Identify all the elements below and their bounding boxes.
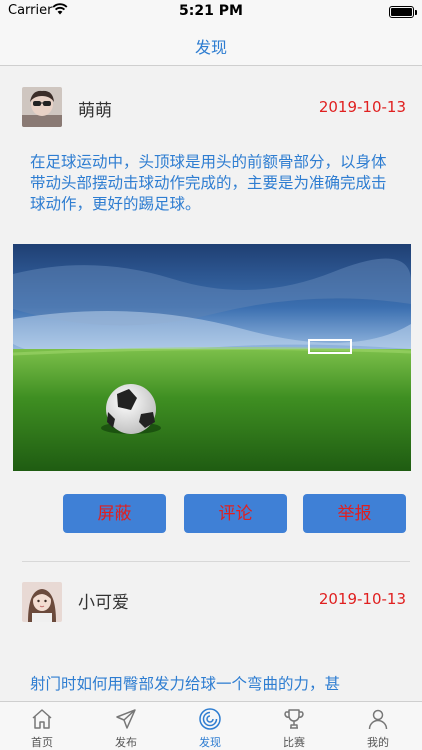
user-name[interactable]: 小可爱 bbox=[78, 588, 129, 613]
profile-icon bbox=[368, 709, 388, 730]
post-date: 2019-10-13 bbox=[318, 98, 406, 116]
page-title: 发现 bbox=[194, 38, 227, 57]
trophy-icon bbox=[284, 709, 304, 729]
post-card: 小可爱 2019-10-13 射门时如何用臀部发力给球一个弯曲的力，甚 bbox=[0, 562, 422, 701]
tab-match[interactable]: 比赛 bbox=[252, 702, 336, 750]
tab-label: 比赛 bbox=[283, 736, 305, 749]
nav-bar: 发现 bbox=[0, 24, 422, 66]
block-button[interactable]: 屏蔽 bbox=[63, 494, 166, 533]
status-bar: Carrier 5:21 PM bbox=[0, 0, 422, 24]
home-icon bbox=[32, 709, 52, 729]
post-text: 射门时如何用臀部发力给球一个弯曲的力，甚 bbox=[30, 675, 341, 693]
discover-icon bbox=[199, 708, 221, 730]
tab-label: 我的 bbox=[367, 736, 389, 749]
soccer-field-image[interactable] bbox=[13, 244, 411, 471]
tab-post[interactable]: 发布 bbox=[84, 702, 168, 750]
status-time: 5:21 PM bbox=[179, 3, 243, 19]
avatar[interactable] bbox=[22, 87, 62, 127]
post-text: 在足球运动中，头顶球是用头的前额骨部分，以身体带动头部摆动击球动作完成的，主要是… bbox=[30, 153, 387, 213]
report-button[interactable]: 举报 bbox=[303, 494, 406, 533]
tab-label: 发布 bbox=[115, 736, 137, 749]
battery-icon bbox=[389, 6, 417, 18]
tab-profile[interactable]: 我的 bbox=[336, 702, 420, 750]
tab-home[interactable]: 首页 bbox=[0, 702, 84, 750]
tab-label: 发现 bbox=[199, 736, 221, 749]
tab-discover[interactable]: 发现 bbox=[168, 702, 252, 750]
post-date: 2019-10-13 bbox=[318, 590, 406, 608]
avatar[interactable] bbox=[22, 582, 62, 622]
post-card: 萌萌 2019-10-13 在足球运动中，头顶球是用头的前额骨部分，以身体带动头… bbox=[0, 67, 422, 562]
tab-bar: 首页 发布 发现 比赛 我的 bbox=[0, 701, 422, 750]
tab-label: 首页 bbox=[31, 736, 53, 749]
user-name[interactable]: 萌萌 bbox=[78, 96, 112, 121]
send-icon bbox=[116, 709, 136, 729]
comment-button[interactable]: 评论 bbox=[184, 494, 287, 533]
feed-list[interactable]: 萌萌 2019-10-13 在足球运动中，头顶球是用头的前额骨部分，以身体带动头… bbox=[0, 67, 422, 701]
